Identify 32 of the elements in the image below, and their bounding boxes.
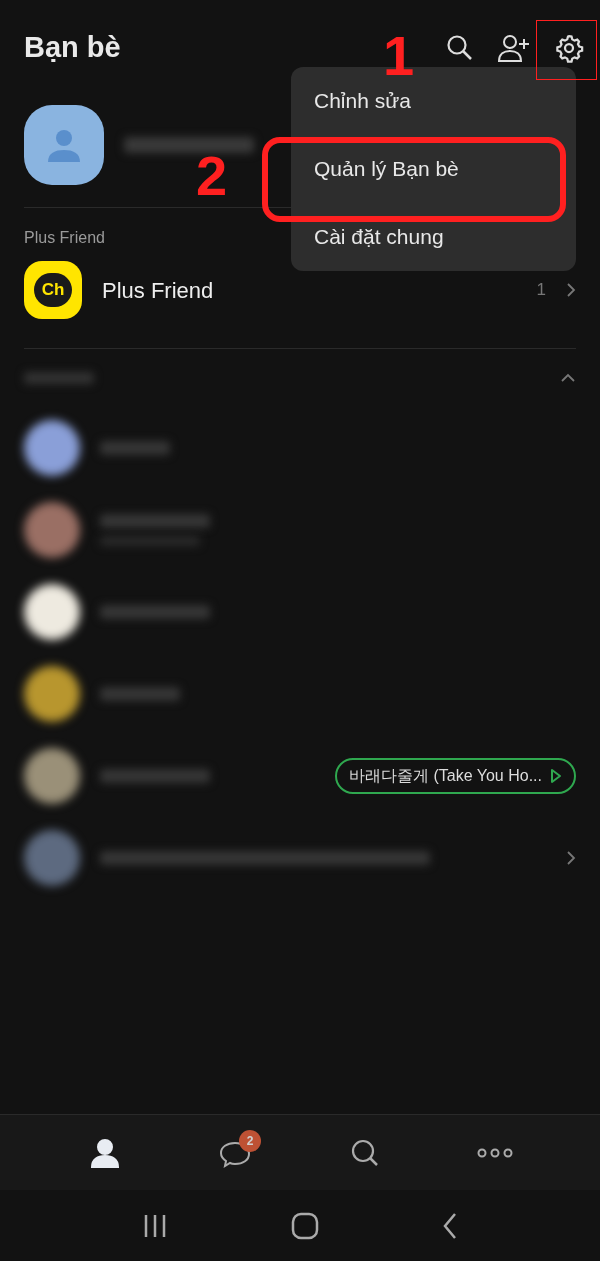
- menu-item[interactable]: Quản lý Bạn bè: [291, 135, 576, 203]
- highlight-frame: [536, 20, 597, 80]
- chevron-right-icon: [566, 282, 576, 298]
- add-friend-icon[interactable]: [498, 32, 530, 63]
- step-number: 1: [383, 28, 415, 84]
- person-icon: [45, 128, 83, 162]
- chevron-right-icon: [566, 850, 576, 866]
- chevron-up-icon[interactable]: [560, 373, 576, 383]
- page-title: Bạn bè: [24, 29, 121, 65]
- blurred-avatar: [24, 666, 80, 722]
- back-icon[interactable]: [442, 1211, 459, 1240]
- blurred-name: [100, 441, 170, 455]
- play-icon: [550, 768, 562, 784]
- plus-friend-logo: Ch: [24, 261, 82, 319]
- home-icon[interactable]: [291, 1211, 319, 1240]
- music-chip[interactable]: 바래다줄게 (Take You Ho...: [335, 758, 576, 794]
- section-label: Plus Friend: [24, 228, 105, 248]
- blurred-avatar: [24, 502, 80, 558]
- blurred-section-label: [24, 372, 94, 384]
- friend-row[interactable]: 바래다줄게 (Take You Ho...: [0, 735, 600, 817]
- blurred-avatar: [24, 830, 80, 886]
- settings-icon[interactable]: [554, 32, 584, 63]
- search-icon[interactable]: [446, 33, 474, 62]
- unread-badge: 2: [239, 1129, 261, 1152]
- step-number: 2: [196, 148, 228, 204]
- person-icon: [89, 1136, 121, 1169]
- blurred-avatar: [24, 584, 80, 640]
- blurred-avatar: [24, 748, 80, 804]
- more-icon: [476, 1146, 514, 1159]
- blurred-avatar: [24, 420, 80, 476]
- menu-item[interactable]: Cài đặt chung: [291, 203, 576, 271]
- profile-avatar[interactable]: [24, 105, 104, 185]
